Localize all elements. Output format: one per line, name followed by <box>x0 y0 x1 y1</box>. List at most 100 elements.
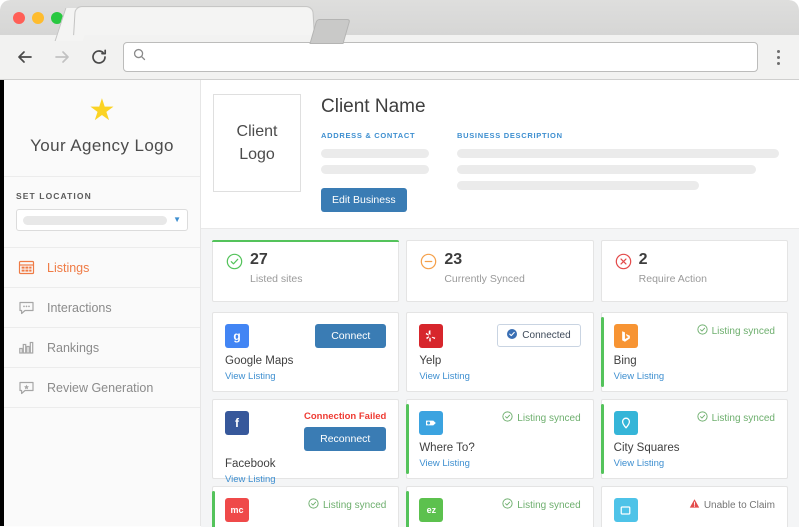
listing-status: Listing synced <box>697 324 775 338</box>
sidebar-item-label: Interactions <box>47 300 112 315</box>
check-circle-icon <box>502 498 513 512</box>
minimize-window-button[interactable] <box>32 12 44 24</box>
stat-card-currently-synced: 23 Currently Synced <box>406 240 594 302</box>
view-listing-link[interactable]: View Listing <box>419 458 580 469</box>
address-contact-title: ADDRESS & CONTACT <box>321 131 416 140</box>
status-label: Listing synced <box>517 412 581 424</box>
stat-label: Listed sites <box>250 273 303 285</box>
view-listing-link[interactable]: View Listing <box>614 371 775 382</box>
client-info: Client Name ADDRESS & CONTACT Edit Busin… <box>321 94 779 212</box>
listing-name: City Squares <box>613 442 680 454</box>
listing-card-facebook: f Connection Failed Reconnect Facebook V… <box>212 399 400 485</box>
listing-name: Google Maps <box>225 355 294 367</box>
bing-icon <box>613 324 638 348</box>
reload-icon[interactable] <box>86 44 112 70</box>
url-input[interactable] <box>153 50 748 64</box>
sidebar-nav: Listings Interactions Rankings Review Ge… <box>4 248 200 408</box>
warning-triangle-icon <box>689 498 700 512</box>
view-listing-link[interactable]: View Listing <box>225 371 386 382</box>
listings-icon <box>18 259 35 276</box>
where-to-icon <box>419 411 444 435</box>
close-window-button[interactable] <box>13 12 25 24</box>
listing-name: Yelp <box>419 355 442 367</box>
client-logo: Client Logo <box>213 94 301 192</box>
connected-badge[interactable]: Connected <box>497 324 581 347</box>
location-placeholder <box>23 215 168 225</box>
connect-button[interactable]: Connect <box>315 324 387 348</box>
browser-tabstrip <box>0 0 799 44</box>
chevron-down-icon: ▼ <box>173 215 181 224</box>
merchant-circle-icon: mc <box>225 498 249 522</box>
sidebar-item-rankings[interactable]: Rankings <box>4 328 200 368</box>
client-logo-line2: Logo <box>239 146 275 163</box>
connected-label: Connected <box>522 330 571 341</box>
sidebar-item-listings[interactable]: Listings <box>4 248 200 288</box>
listing-status: Listing synced <box>697 411 775 425</box>
placeholder-bar <box>457 181 699 190</box>
edit-business-button[interactable]: Edit Business <box>321 188 407 212</box>
app-viewport: ★ Your Agency Logo SET LOCATION ▼ Listin… <box>0 80 799 527</box>
listing-card-directory: Unable to Claim <box>600 486 788 527</box>
placeholder-bar <box>457 149 779 158</box>
browser-toolbar <box>0 35 799 80</box>
overflow-menu-icon[interactable] <box>769 49 787 65</box>
sidebar-item-interactions[interactable]: Interactions <box>4 288 200 328</box>
forward-arrow-icon <box>49 44 75 70</box>
sidebar-item-review-generation[interactable]: Review Generation <box>4 368 200 408</box>
location-select[interactable]: ▼ <box>16 209 188 231</box>
review-bubble-icon <box>18 379 35 396</box>
ezlocal-icon: ez <box>419 498 444 522</box>
set-location-label: SET LOCATION <box>16 191 92 201</box>
listings-panel: 27 Listed sites 23 Currently Synced 2 Re… <box>201 229 799 527</box>
listing-card-google-maps: g Connect Google Maps View Listing <box>212 312 400 392</box>
window-controls <box>13 12 63 24</box>
stats-row: 27 Listed sites 23 Currently Synced 2 Re… <box>212 240 788 302</box>
listing-name: Bing <box>613 355 637 367</box>
view-listing-link[interactable]: View Listing <box>225 474 386 485</box>
check-circle-icon <box>502 411 513 425</box>
check-circle-icon <box>697 324 708 338</box>
view-listing-link[interactable]: View Listing <box>419 371 580 382</box>
minus-circle-icon <box>420 253 437 270</box>
reconnect-button[interactable]: Reconnect <box>304 427 387 451</box>
business-description-title: BUSINESS DESCRIPTION <box>457 131 563 140</box>
browser-tab-active[interactable] <box>73 6 315 36</box>
yelp-icon <box>419 324 444 348</box>
stat-value: 2 <box>638 251 648 268</box>
sidebar-item-label: Review Generation <box>47 380 154 395</box>
client-header: Client Logo Client Name ADDRESS & CONTAC… <box>201 80 799 229</box>
listing-status: Listing synced <box>502 411 581 425</box>
stat-card-require-action: 2 Require Action <box>600 240 788 302</box>
status-label: Listing synced <box>322 499 387 511</box>
check-circle-filled-icon <box>507 329 518 342</box>
address-bar[interactable] <box>123 42 758 72</box>
directory-icon <box>613 498 638 522</box>
star-icon: ★ <box>88 94 116 127</box>
x-circle-icon <box>615 253 632 270</box>
stat-label: Currently Synced <box>444 273 525 285</box>
connection-failed-label: Connection Failed <box>303 411 387 422</box>
sidebar-item-label: Listings <box>47 260 90 275</box>
stat-label: Require Action <box>638 273 707 285</box>
listing-card-where-to: Listing synced Where To? View Listing <box>406 399 594 479</box>
listing-card-city-squares: Listing synced City Squares View Listing <box>600 399 788 479</box>
status-label: Listing synced <box>517 499 581 511</box>
back-arrow-icon[interactable] <box>12 44 38 70</box>
listing-card-bing: Listing synced Bing View Listing <box>600 312 788 392</box>
business-description-column: BUSINESS DESCRIPTION <box>457 131 779 212</box>
new-tab-button[interactable] <box>309 19 351 44</box>
city-squares-icon <box>613 411 638 435</box>
chat-bubble-icon <box>18 299 35 316</box>
check-circle-icon <box>308 498 319 512</box>
view-listing-link[interactable]: View Listing <box>614 458 775 469</box>
listing-card-merchant-circle: mc Listing synced <box>212 486 400 527</box>
sidebar: ★ Your Agency Logo SET LOCATION ▼ Listin… <box>4 80 201 526</box>
status-label: Unable to Claim <box>703 499 775 511</box>
client-logo-line1: Client <box>236 122 278 140</box>
address-contact-column: ADDRESS & CONTACT Edit Business <box>321 131 429 212</box>
listing-status: Listing synced <box>308 498 386 512</box>
listing-cards-grid: g Connect Google Maps View Listing Conne… <box>212 312 788 527</box>
listing-status: Unable to Claim <box>689 498 775 512</box>
browser-window: ★ Your Agency Logo SET LOCATION ▼ Listin… <box>0 0 799 527</box>
check-circle-icon <box>226 253 243 270</box>
